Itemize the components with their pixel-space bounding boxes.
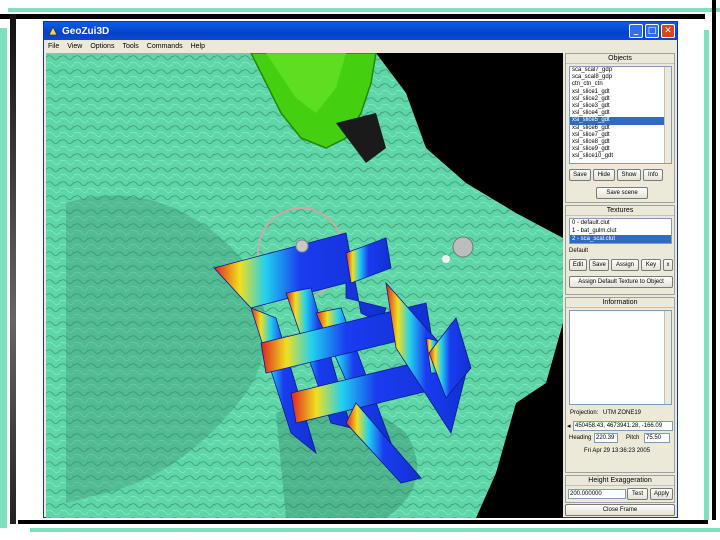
menu-bar: File View Options Tools Commands Help <box>44 40 677 52</box>
title-bar[interactable]: GeoZui3D _ □ ✕ <box>44 22 677 40</box>
menu-file[interactable]: File <box>48 43 59 50</box>
app-window: GeoZui3D _ □ ✕ File View Options Tools C… <box>43 21 678 518</box>
menu-options[interactable]: Options <box>90 43 114 50</box>
slide-left-bar-green <box>0 28 7 528</box>
show-button[interactable]: Show <box>617 169 641 181</box>
heading-label: Heading <box>569 435 592 441</box>
objects-scrollbar[interactable] <box>664 67 671 163</box>
object-list-item[interactable]: sca_scal8_gdp <box>570 74 671 81</box>
maximize-button[interactable]: □ <box>645 24 659 38</box>
object-list-item[interactable]: xsl_slice8_gdt <box>570 139 671 146</box>
object-list-item[interactable]: xsl_slice9_gdt <box>570 146 671 153</box>
marker-sphere-3 <box>442 255 450 263</box>
marker-sphere-1 <box>295 239 309 253</box>
marker-sphere-2 <box>452 236 474 258</box>
height-exaggeration-title: Height Exaggeration <box>566 476 674 486</box>
information-scrollbar[interactable] <box>664 311 671 404</box>
app-icon <box>48 26 58 36</box>
projection-label: Projection: <box>570 410 599 416</box>
texture-list-item[interactable]: 2 - sca_scal.clut <box>570 235 671 243</box>
save-scene-button[interactable]: Save scene <box>596 187 648 199</box>
info-button[interactable]: Info <box>643 169 663 181</box>
slide-bottom-bar-green <box>30 528 720 532</box>
object-list-item[interactable]: xsl_slice10_gdt <box>570 153 671 160</box>
menu-view[interactable]: View <box>67 43 82 50</box>
close-button[interactable]: ✕ <box>661 24 675 38</box>
slide-bottom-bar-dark <box>18 520 708 524</box>
menu-help[interactable]: Help <box>191 43 205 50</box>
key-button[interactable]: Key <box>641 259 661 271</box>
default-label: Default <box>569 248 589 254</box>
slide-right-bar-dark <box>712 0 716 520</box>
coords-field[interactable]: 450458.43, 4673941.28, -166.09 <box>573 421 673 431</box>
test-button[interactable]: Test <box>627 488 648 500</box>
object-list-item[interactable]: xsl_slice6_gdt <box>570 125 671 132</box>
terrain-scene <box>46 53 563 518</box>
information-title: Information <box>566 298 674 308</box>
heading-field[interactable]: 220.39 <box>594 433 618 443</box>
coords-arrow-icon[interactable]: ◂ <box>567 422 571 430</box>
pitch-field[interactable]: 75.50 <box>644 433 670 443</box>
object-list-item[interactable]: xsl_slice5_gdt <box>570 117 671 125</box>
minimize-button[interactable]: _ <box>629 24 643 38</box>
height-exaggeration-field[interactable]: 200.000000 <box>568 489 626 499</box>
object-list-item[interactable]: xsl_slice1_gdt <box>570 89 671 96</box>
apply-button[interactable]: Apply <box>650 488 673 500</box>
side-panel: Objects sca_scal7_gdp sca_scal8_gdp ctn_ct… <box>565 53 675 517</box>
height-exaggeration-group: Height Exaggeration 200.000000 Test Appl… <box>565 475 675 503</box>
projection-value: UTM ZONE19 <box>603 410 642 416</box>
save-button[interactable]: Save <box>569 169 591 181</box>
objects-group: Objects sca_scal7_gdp sca_scal8_gdp ctn_ct… <box>565 53 675 203</box>
slide-right-bar-green <box>704 30 709 520</box>
assign-default-texture-button[interactable]: Assign Default Texture to Object <box>569 276 673 288</box>
objects-title: Objects <box>566 54 674 64</box>
window-title: GeoZui3D <box>62 25 110 37</box>
menu-commands[interactable]: Commands <box>147 43 183 50</box>
assign-button[interactable]: Assign <box>611 259 639 271</box>
object-list-item[interactable]: xsl_slice2_gdt <box>570 96 671 103</box>
slide-left-bar-dark <box>10 14 16 524</box>
information-group: Information Projection: UTM ZONE19 ◂ 450… <box>565 297 675 473</box>
slide-top-bar-dark <box>0 14 705 19</box>
edit-button[interactable]: Edit <box>569 259 587 271</box>
textures-list[interactable]: 0 - default.clut 1 - bat_gulm.clut 2 - sca… <box>569 218 672 244</box>
texture-list-item[interactable]: 1 - bat_gulm.clut <box>570 227 671 235</box>
slide-top-bar-green <box>8 8 720 12</box>
hide-button[interactable]: Hide <box>593 169 615 181</box>
3d-viewport[interactable] <box>46 53 563 518</box>
object-list-item[interactable]: xsl_slice7_gdt <box>570 132 671 139</box>
object-list-item[interactable]: sca_scal7_gdp <box>570 67 671 74</box>
object-list-item[interactable]: xsl_slice4_gdt <box>570 110 671 117</box>
information-text-area[interactable] <box>569 310 672 405</box>
close-frame-button[interactable]: Close Frame <box>565 504 675 516</box>
objects-list[interactable]: sca_scal7_gdp sca_scal8_gdp ctn_ctn_ctn xsl… <box>569 66 672 164</box>
pitch-label: Pitch <box>626 435 640 441</box>
object-list-item[interactable]: xsl_slice3_gdt <box>570 103 671 110</box>
menu-tools[interactable]: Tools <box>122 43 138 50</box>
textures-group: Textures 0 - default.clut 1 - bat_gulm.cl… <box>565 205 675 295</box>
object-list-item[interactable]: ctn_ctn_ctn <box>570 81 671 88</box>
texture-save-button[interactable]: Save <box>589 259 609 271</box>
texture-list-item[interactable]: 0 - default.clut <box>570 219 671 227</box>
timestamp: Fri Apr 29 13:36:23 2005 <box>584 448 651 454</box>
textures-title: Textures <box>566 206 674 216</box>
texture-x-button[interactable]: x <box>663 259 673 271</box>
